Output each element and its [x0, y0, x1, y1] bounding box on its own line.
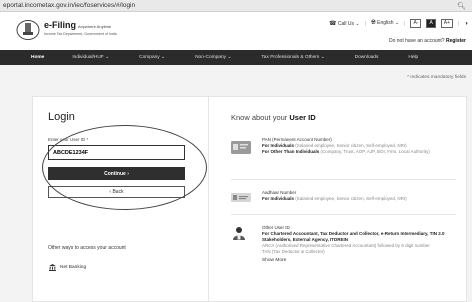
nav-non-company[interactable]: Non-Company ⌄: [195, 55, 231, 60]
aadhaar-info: Aadhaar Number For Individuals (Salaried…: [262, 190, 467, 202]
show-more-link[interactable]: Show More: [262, 258, 467, 264]
call-us-link[interactable]: ☎ Call Us ⌄: [329, 20, 360, 27]
language-select[interactable]: 🌐︎ English ⌄: [371, 20, 399, 27]
nav-company[interactable]: Company ⌄: [139, 55, 165, 60]
separator: |: [364, 20, 366, 27]
font-decrease-button[interactable]: A-: [410, 19, 422, 28]
chevron-down-icon: ⌄: [227, 55, 232, 60]
contrast-icon[interactable]: ◑: [464, 21, 468, 27]
chevron-down-icon: ⌄: [355, 21, 360, 27]
nav-home[interactable]: Home: [31, 55, 44, 60]
main-nav: Home Individual/HUF ⌄ Company ⌄ Non-Comp…: [0, 50, 472, 65]
other-user-id-info: Other User ID For Chartered Accountant, …: [262, 225, 467, 264]
brand-hindi: Anywhere Anytime: [78, 24, 112, 29]
chevron-down-icon: ⌄: [394, 20, 400, 26]
aadhaar-card-icon: [231, 193, 251, 202]
pan-info: PAN (Permanent Account Number) For Indiv…: [262, 137, 467, 155]
section-divider: [231, 179, 456, 180]
emblem-icon: [16, 20, 40, 40]
separator: |: [404, 20, 406, 27]
register-link[interactable]: Register: [446, 38, 466, 44]
pan-card-icon: [231, 141, 251, 154]
bank-icon: [49, 264, 56, 271]
search-icon[interactable]: 🔍︎: [457, 2, 466, 10]
highlight-circle: [42, 125, 207, 210]
nav-downloads[interactable]: Downloads: [355, 55, 379, 60]
url-text[interactable]: eportal.incometax.gov.in/iec/foservices/…: [3, 2, 135, 9]
chevron-down-icon: ⌄: [320, 55, 325, 60]
know-user-id-title: Know about your User ID: [231, 113, 316, 122]
section-divider: [231, 214, 456, 215]
font-default-button[interactable]: A: [426, 19, 436, 28]
browser-address-bar[interactable]: eportal.incometax.gov.in/iec/foservices/…: [0, 0, 472, 12]
separator: |: [458, 20, 460, 27]
login-card: Login Enter your User ID * Continue › ‹ …: [32, 96, 467, 302]
globe-icon: 🌐︎: [370, 20, 376, 26]
site-header: e-Filing Anywhere Anytime Income Tax Depa…: [0, 12, 472, 50]
nav-individual-huf[interactable]: Individual/HUF ⌄: [72, 55, 109, 60]
header-tools: ☎ Call Us ⌄ | 🌐︎ English ⌄ | A- A A+ | ◑: [329, 19, 468, 28]
chevron-down-icon: ⌄: [105, 55, 110, 60]
brand-name: e-Filing Anywhere Anytime: [44, 20, 112, 30]
card-divider: [208, 97, 209, 302]
nav-tax-professionals[interactable]: Tax Professionals & Others ⌄: [261, 55, 324, 60]
mandatory-note: * Indicates mandatory fields: [407, 75, 466, 80]
chevron-down-icon: ⌄: [161, 55, 166, 60]
net-banking-link[interactable]: Net Banking: [49, 264, 86, 271]
login-title: Login: [48, 111, 75, 123]
brand-tagline: Income Tax Department, Government of Ind…: [44, 32, 117, 36]
nav-help[interactable]: Help: [408, 55, 418, 60]
other-ways-heading: Other ways to access your account: [48, 245, 126, 251]
font-increase-button[interactable]: A+: [440, 19, 454, 28]
no-account-prompt: Do not have an account? Register: [388, 38, 466, 44]
professional-user-icon: [233, 227, 245, 240]
phone-icon: ☎: [329, 21, 337, 27]
